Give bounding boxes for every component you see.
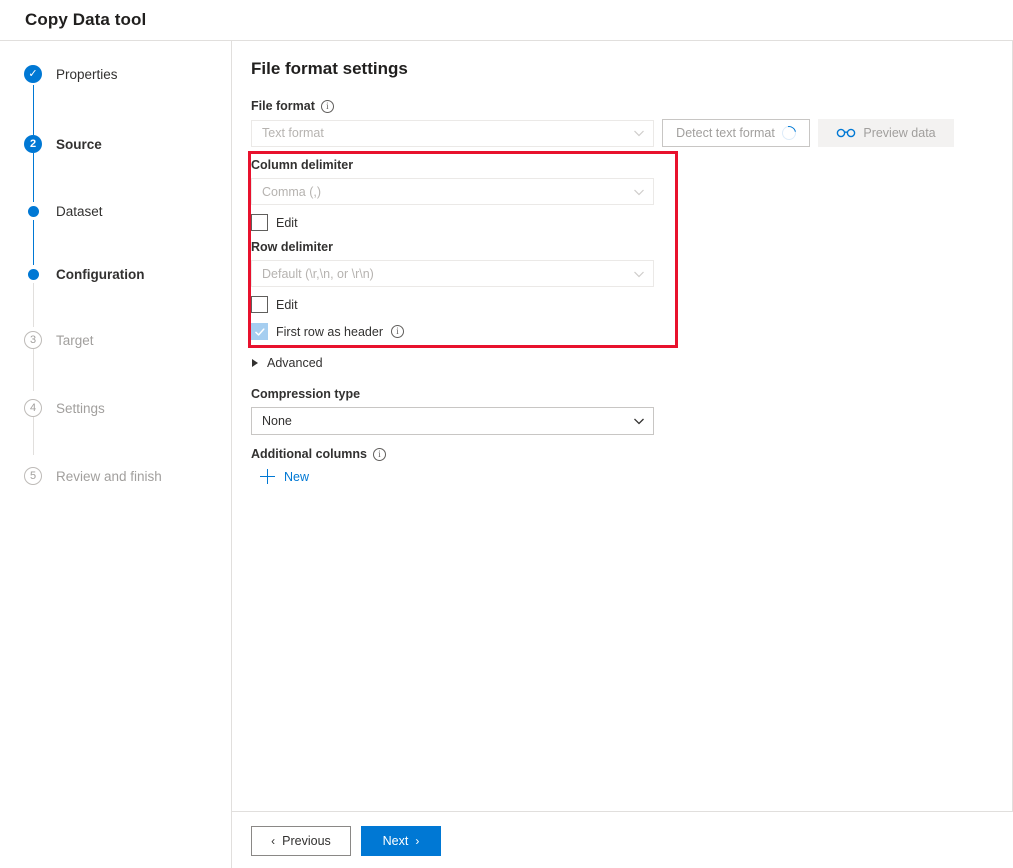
sidebar-item-label: Review and finish [56, 469, 162, 484]
row-delimiter-section: Row delimiter Default (\r,\n, or \r\n) E… [251, 240, 681, 340]
sidebar-item-source[interactable]: 2 Source [0, 133, 231, 155]
row-delimiter-dropdown[interactable]: Default (\r,\n, or \r\n) [251, 260, 654, 287]
first-row-as-header-label: First row as header [276, 325, 383, 339]
first-row-as-header-checkbox[interactable] [251, 323, 268, 340]
step-connector-3 [33, 214, 35, 265]
column-delimiter-edit-row[interactable]: Edit [251, 214, 681, 231]
step-number: 3 [24, 331, 42, 349]
compression-type-label: Compression type [251, 387, 681, 401]
row-delimiter-value: Default (\r,\n, or \r\n) [262, 267, 374, 281]
wizard-footer: ‹ Previous Next › [232, 813, 1013, 868]
sidebar-item-review-and-finish[interactable]: 5 Review and finish [0, 465, 231, 487]
row-delimiter-edit-label: Edit [276, 298, 298, 312]
sidebar-item-label: Configuration [56, 267, 144, 282]
row-delimiter-label: Row delimiter [251, 240, 681, 254]
file-format-value: Text format [262, 126, 324, 140]
copy-data-tool-window: Copy Data tool ✓ Properties 2 [0, 0, 1013, 868]
sidebar-item-label: Properties [56, 67, 118, 82]
column-delimiter-section: Column delimiter Comma (,) Edit [251, 158, 681, 231]
sidebar-item-target[interactable]: 3 Target [0, 329, 231, 351]
detect-text-format-button[interactable]: Detect text format [662, 119, 810, 147]
sidebar-item-label: Settings [56, 401, 105, 416]
additional-columns-label: Additional columns i [251, 447, 681, 461]
preview-data-label: Preview data [863, 126, 935, 140]
sidebar-item-label: Target [56, 333, 94, 348]
step-number: 2 [24, 135, 42, 153]
chevron-down-icon [633, 127, 645, 139]
file-format-label-text: File format [251, 99, 315, 113]
window-titlebar: Copy Data tool [0, 0, 1013, 41]
column-delimiter-label: Column delimiter [251, 158, 681, 172]
dot-icon [24, 202, 42, 220]
step-marker-active: 2 [24, 135, 42, 153]
sidebar-item-label: Dataset [56, 204, 103, 219]
chevron-left-icon: ‹ [271, 835, 275, 847]
step-connector-2 [33, 151, 35, 206]
previous-button[interactable]: ‹ Previous [251, 826, 351, 856]
sidebar-item-settings[interactable]: 4 Settings [0, 397, 231, 419]
file-format-row: Text format Detect text format [251, 119, 991, 147]
loading-spinner-icon [779, 123, 798, 142]
check-icon: ✓ [24, 65, 42, 83]
first-row-as-header-row[interactable]: First row as header i [251, 323, 681, 340]
column-delimiter-value: Comma (,) [262, 185, 321, 199]
add-new-column-button[interactable]: New [260, 469, 681, 484]
chevron-down-icon [633, 268, 645, 280]
info-icon: i [391, 325, 404, 338]
advanced-section: Advanced [252, 356, 323, 370]
chevron-down-icon [633, 415, 645, 427]
previous-button-label: Previous [282, 834, 331, 848]
add-new-column-label: New [284, 470, 309, 484]
step-marker-idle: 3 [24, 331, 42, 349]
info-icon: i [321, 100, 334, 113]
file-format-dropdown[interactable]: Text format [251, 120, 654, 147]
sidebar-item-configuration[interactable]: Configuration [0, 263, 231, 285]
row-delimiter-edit-checkbox[interactable] [251, 296, 268, 313]
detect-text-format-label: Detect text format [676, 126, 775, 140]
compression-type-value: None [262, 414, 292, 428]
additional-columns-label-text: Additional columns [251, 447, 367, 461]
step-number: 5 [24, 467, 42, 485]
main-content-panel: File format settings File format i Text … [232, 41, 1013, 812]
dot-icon [24, 265, 42, 283]
step-marker-idle: 5 [24, 467, 42, 485]
wizard-step-list: ✓ Properties 2 Source Dataset [0, 63, 231, 487]
column-delimiter-edit-checkbox[interactable] [251, 214, 268, 231]
advanced-toggle[interactable]: Advanced [252, 356, 323, 370]
compression-type-section: Compression type None [251, 387, 681, 435]
page-title: File format settings [251, 59, 1012, 79]
plus-icon [260, 469, 275, 484]
next-button[interactable]: Next › [361, 826, 441, 856]
chevron-right-icon [252, 359, 258, 367]
next-button-label: Next [383, 834, 409, 848]
step-marker-dot [24, 202, 42, 220]
chevron-right-icon: › [415, 835, 419, 847]
info-icon: i [373, 448, 386, 461]
wizard-sidebar: ✓ Properties 2 Source Dataset [0, 41, 232, 868]
sidebar-item-properties[interactable]: ✓ Properties [0, 63, 231, 85]
file-format-label: File format i [251, 99, 991, 113]
sidebar-item-label: Source [56, 137, 102, 152]
step-marker-idle: 4 [24, 399, 42, 417]
glasses-icon [836, 128, 856, 138]
file-format-section: File format i Text format Detect text fo… [251, 99, 991, 147]
window-title: Copy Data tool [25, 10, 146, 30]
advanced-label: Advanced [267, 356, 323, 370]
step-number: 4 [24, 399, 42, 417]
column-delimiter-edit-label: Edit [276, 216, 298, 230]
step-marker-dot [24, 265, 42, 283]
row-delimiter-edit-row[interactable]: Edit [251, 296, 681, 313]
compression-type-dropdown[interactable]: None [251, 407, 654, 435]
sidebar-item-dataset[interactable]: Dataset [0, 200, 231, 222]
additional-columns-section: Additional columns i New [251, 447, 681, 484]
preview-data-button[interactable]: Preview data [818, 119, 954, 147]
chevron-down-icon [633, 186, 645, 198]
column-delimiter-dropdown[interactable]: Comma (,) [251, 178, 654, 205]
step-marker-completed-icon: ✓ [24, 65, 42, 83]
